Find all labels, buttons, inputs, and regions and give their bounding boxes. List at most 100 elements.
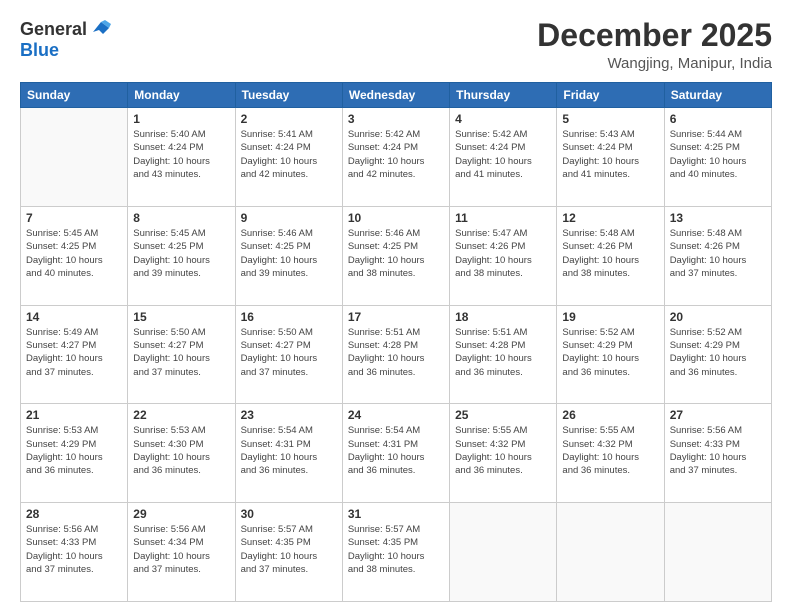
day-header-thursday: Thursday bbox=[450, 83, 557, 108]
logo: General Blue bbox=[20, 18, 111, 61]
day-number: 15 bbox=[133, 310, 229, 324]
calendar-cell: 23Sunrise: 5:54 AMSunset: 4:31 PMDayligh… bbox=[235, 404, 342, 503]
calendar-cell: 17 Sunrise: 5:51 AMSunset: 4:28 PMDayligh… bbox=[342, 305, 449, 404]
day-info: Sunrise: 5:56 AMSunset: 4:33 PMDaylight:… bbox=[26, 523, 122, 576]
calendar-cell: 15 Sunrise: 5:50 AMSunset: 4:27 PMDayligh… bbox=[128, 305, 235, 404]
day-info: Sunrise: 5:55 AMSunset: 4:32 PMDaylight:… bbox=[562, 424, 658, 477]
day-info: Sunrise: 5:46 AMSunset: 4:25 PMDaylight:… bbox=[348, 227, 444, 280]
location-text: Wangjing, Manipur, India bbox=[537, 55, 772, 72]
calendar-week-row: 21 Sunrise: 5:53 AMSunset: 4:29 PMDayligh… bbox=[21, 404, 772, 503]
day-number: 22 bbox=[133, 408, 229, 422]
day-header-saturday: Saturday bbox=[664, 83, 771, 108]
calendar-cell: 22 Sunrise: 5:53 AMSunset: 4:30 PMDayligh… bbox=[128, 404, 235, 503]
calendar-cell: 8Sunrise: 5:45 AMSunset: 4:25 PMDaylight… bbox=[128, 206, 235, 305]
calendar-cell: 26 Sunrise: 5:55 AMSunset: 4:32 PMDayligh… bbox=[557, 404, 664, 503]
day-info: Sunrise: 5:45 AMSunset: 4:25 PMDaylight:… bbox=[26, 227, 122, 280]
calendar-table: SundayMondayTuesdayWednesdayThursdayFrid… bbox=[20, 82, 772, 602]
day-info: Sunrise: 5:48 AMSunset: 4:26 PMDaylight:… bbox=[562, 227, 658, 280]
day-number: 24 bbox=[348, 408, 444, 422]
calendar-cell: 31Sunrise: 5:57 AMSunset: 4:35 PMDayligh… bbox=[342, 503, 449, 602]
month-title: December 2025 bbox=[537, 18, 772, 53]
day-info: Sunrise: 5:49 AMSunset: 4:27 PMDaylight:… bbox=[26, 326, 122, 379]
day-number: 18 bbox=[455, 310, 551, 324]
calendar-cell: 10 Sunrise: 5:46 AMSunset: 4:25 PMDayligh… bbox=[342, 206, 449, 305]
day-number: 28 bbox=[26, 507, 122, 521]
day-info: Sunrise: 5:42 AMSunset: 4:24 PMDaylight:… bbox=[455, 128, 551, 181]
day-info: Sunrise: 5:53 AMSunset: 4:29 PMDaylight:… bbox=[26, 424, 122, 477]
day-info: Sunrise: 5:41 AMSunset: 4:24 PMDaylight:… bbox=[241, 128, 337, 181]
calendar-cell bbox=[664, 503, 771, 602]
calendar-cell: 2 Sunrise: 5:41 AMSunset: 4:24 PMDaylight… bbox=[235, 108, 342, 207]
day-info: Sunrise: 5:50 AMSunset: 4:27 PMDaylight:… bbox=[133, 326, 229, 379]
calendar-cell: 6Sunrise: 5:44 AMSunset: 4:25 PMDaylight… bbox=[664, 108, 771, 207]
calendar-cell: 3Sunrise: 5:42 AMSunset: 4:24 PMDaylight… bbox=[342, 108, 449, 207]
day-number: 5 bbox=[562, 112, 658, 126]
day-number: 11 bbox=[455, 211, 551, 225]
day-number: 3 bbox=[348, 112, 444, 126]
calendar-week-row: 14 Sunrise: 5:49 AMSunset: 4:27 PMDayligh… bbox=[21, 305, 772, 404]
calendar-cell bbox=[557, 503, 664, 602]
day-number: 13 bbox=[670, 211, 766, 225]
day-info: Sunrise: 5:57 AMSunset: 4:35 PMDaylight:… bbox=[348, 523, 444, 576]
day-number: 14 bbox=[26, 310, 122, 324]
calendar-cell: 20 Sunrise: 5:52 AMSunset: 4:29 PMDayligh… bbox=[664, 305, 771, 404]
day-number: 26 bbox=[562, 408, 658, 422]
calendar-cell: 5 Sunrise: 5:43 AMSunset: 4:24 PMDaylight… bbox=[557, 108, 664, 207]
calendar-cell: 18 Sunrise: 5:51 AMSunset: 4:28 PMDayligh… bbox=[450, 305, 557, 404]
title-section: December 2025 Wangjing, Manipur, India bbox=[537, 18, 772, 72]
day-info: Sunrise: 5:43 AMSunset: 4:24 PMDaylight:… bbox=[562, 128, 658, 181]
day-number: 19 bbox=[562, 310, 658, 324]
day-number: 20 bbox=[670, 310, 766, 324]
calendar-cell: 9 Sunrise: 5:46 AMSunset: 4:25 PMDaylight… bbox=[235, 206, 342, 305]
day-info: Sunrise: 5:51 AMSunset: 4:28 PMDaylight:… bbox=[455, 326, 551, 379]
day-number: 17 bbox=[348, 310, 444, 324]
calendar-cell bbox=[21, 108, 128, 207]
calendar-cell: 7 Sunrise: 5:45 AMSunset: 4:25 PMDaylight… bbox=[21, 206, 128, 305]
calendar-cell: 13 Sunrise: 5:48 AMSunset: 4:26 PMDayligh… bbox=[664, 206, 771, 305]
day-header-monday: Monday bbox=[128, 83, 235, 108]
calendar-cell: 14 Sunrise: 5:49 AMSunset: 4:27 PMDayligh… bbox=[21, 305, 128, 404]
day-info: Sunrise: 5:51 AMSunset: 4:28 PMDaylight:… bbox=[348, 326, 444, 379]
day-info: Sunrise: 5:56 AMSunset: 4:33 PMDaylight:… bbox=[670, 424, 766, 477]
calendar-cell: 29 Sunrise: 5:56 AMSunset: 4:34 PMDayligh… bbox=[128, 503, 235, 602]
day-info: Sunrise: 5:52 AMSunset: 4:29 PMDaylight:… bbox=[670, 326, 766, 379]
logo-general-text: General bbox=[20, 19, 87, 40]
page: General Blue December 2025 Wangjing, Man… bbox=[0, 0, 792, 612]
day-info: Sunrise: 5:47 AMSunset: 4:26 PMDaylight:… bbox=[455, 227, 551, 280]
day-number: 12 bbox=[562, 211, 658, 225]
calendar-week-row: 1Sunrise: 5:40 AMSunset: 4:24 PMDaylight… bbox=[21, 108, 772, 207]
calendar-cell: 11 Sunrise: 5:47 AMSunset: 4:26 PMDayligh… bbox=[450, 206, 557, 305]
day-number: 2 bbox=[241, 112, 337, 126]
day-number: 4 bbox=[455, 112, 551, 126]
calendar-week-row: 7 Sunrise: 5:45 AMSunset: 4:25 PMDaylight… bbox=[21, 206, 772, 305]
day-info: Sunrise: 5:45 AMSunset: 4:25 PMDaylight:… bbox=[133, 227, 229, 280]
day-info: Sunrise: 5:48 AMSunset: 4:26 PMDaylight:… bbox=[670, 227, 766, 280]
day-info: Sunrise: 5:46 AMSunset: 4:25 PMDaylight:… bbox=[241, 227, 337, 280]
calendar-cell: 12 Sunrise: 5:48 AMSunset: 4:26 PMDayligh… bbox=[557, 206, 664, 305]
logo-bird-icon bbox=[89, 18, 111, 40]
day-header-sunday: Sunday bbox=[21, 83, 128, 108]
logo-blue-text: Blue bbox=[20, 40, 59, 61]
day-info: Sunrise: 5:55 AMSunset: 4:32 PMDaylight:… bbox=[455, 424, 551, 477]
day-info: Sunrise: 5:56 AMSunset: 4:34 PMDaylight:… bbox=[133, 523, 229, 576]
day-info: Sunrise: 5:52 AMSunset: 4:29 PMDaylight:… bbox=[562, 326, 658, 379]
day-number: 10 bbox=[348, 211, 444, 225]
day-number: 6 bbox=[670, 112, 766, 126]
calendar-cell: 19 Sunrise: 5:52 AMSunset: 4:29 PMDayligh… bbox=[557, 305, 664, 404]
day-number: 21 bbox=[26, 408, 122, 422]
calendar-cell bbox=[450, 503, 557, 602]
day-number: 25 bbox=[455, 408, 551, 422]
day-info: Sunrise: 5:57 AMSunset: 4:35 PMDaylight:… bbox=[241, 523, 337, 576]
day-number: 29 bbox=[133, 507, 229, 521]
day-header-friday: Friday bbox=[557, 83, 664, 108]
calendar-cell: 16Sunrise: 5:50 AMSunset: 4:27 PMDayligh… bbox=[235, 305, 342, 404]
day-number: 7 bbox=[26, 211, 122, 225]
day-number: 9 bbox=[241, 211, 337, 225]
day-info: Sunrise: 5:54 AMSunset: 4:31 PMDaylight:… bbox=[348, 424, 444, 477]
day-header-tuesday: Tuesday bbox=[235, 83, 342, 108]
calendar-cell: 1Sunrise: 5:40 AMSunset: 4:24 PMDaylight… bbox=[128, 108, 235, 207]
calendar-week-row: 28 Sunrise: 5:56 AMSunset: 4:33 PMDayligh… bbox=[21, 503, 772, 602]
logo-text: General bbox=[20, 18, 111, 40]
day-info: Sunrise: 5:53 AMSunset: 4:30 PMDaylight:… bbox=[133, 424, 229, 477]
day-header-wednesday: Wednesday bbox=[342, 83, 449, 108]
